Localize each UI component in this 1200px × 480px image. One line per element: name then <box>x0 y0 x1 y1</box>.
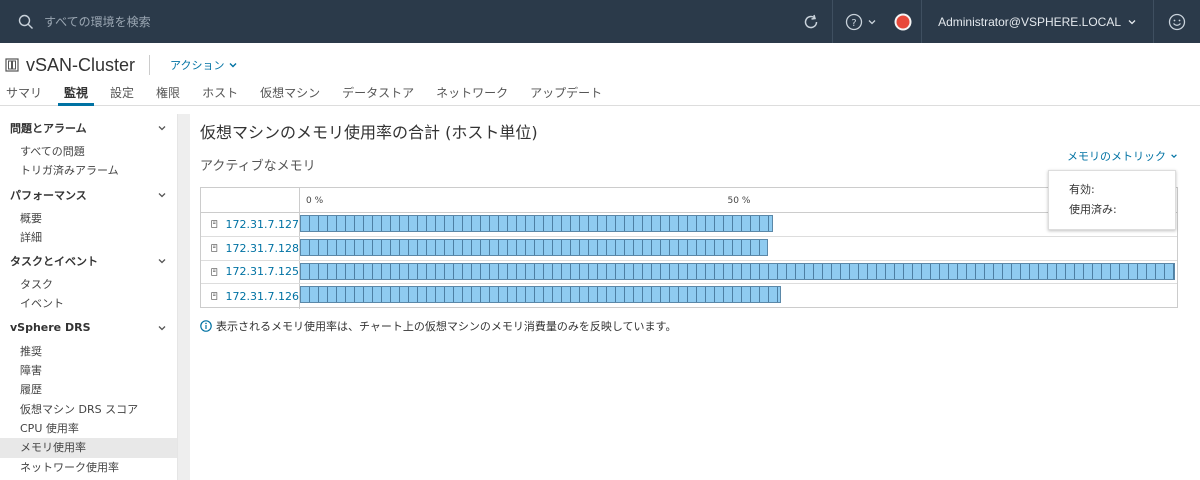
host-label: 172.31.7.125 <box>225 265 299 279</box>
search-input[interactable] <box>44 14 444 29</box>
top-header-bar: ? Administrator@VSPHERE.LOCAL <box>0 0 1200 43</box>
memory-bar[interactable] <box>300 215 773 232</box>
memory-utilization-chart: 0 % 50 % 172.31.7.127 172.31.7.128 172.31.… <box>200 187 1178 309</box>
metric-popover: 有効: 使用済み: <box>1048 170 1176 230</box>
sidebar-section-drs[interactable]: vSphere DRS <box>0 314 177 342</box>
record-icon <box>894 13 912 30</box>
page-title: vSAN-Cluster <box>26 54 136 75</box>
sidebar-section-label: パフォーマンス <box>10 188 87 202</box>
host-icon <box>211 220 218 229</box>
monitor-sidebar: 問題とアラーム すべての問題 トリガ済みアラーム パフォーマンス 概要 詳細 タ… <box>0 114 178 480</box>
sidebar-item-recommendations[interactable]: 推奨 <box>0 342 177 361</box>
content-title: 仮想マシンのメモリ使用率の合計 (ホスト単位) <box>200 123 538 142</box>
object-header: vSAN-Cluster アクション <box>0 52 238 78</box>
tab-datastores[interactable]: データストア <box>336 84 420 106</box>
sidebar-item-tasks[interactable]: タスク <box>0 275 177 294</box>
memory-bar[interactable] <box>300 262 1175 280</box>
tab-permissions[interactable]: 権限 <box>150 84 186 106</box>
help-icon: ? <box>845 13 863 30</box>
info-note: 表示されるメモリ使用率は、チャート上の仮想マシンのメモリ消費量のみを反映していま… <box>200 318 676 334</box>
popover-active-label: 有効: <box>1069 183 1095 196</box>
host-label: 172.31.7.126 <box>225 289 299 303</box>
chart-row: 172.31.7.125 <box>201 261 1177 285</box>
tab-vms[interactable]: 仮想マシン <box>254 84 326 106</box>
svg-text:?: ? <box>851 18 856 29</box>
sidebar-item-memory-utilization[interactable]: メモリ使用率 <box>0 438 177 458</box>
sidebar-item-all-issues[interactable]: すべての問題 <box>0 142 177 161</box>
user-name: Administrator@VSPHERE.LOCAL <box>938 14 1121 29</box>
chevron-down-icon <box>158 192 166 198</box>
tab-hosts[interactable]: ホスト <box>196 84 244 106</box>
chevron-down-icon <box>158 126 166 131</box>
tab-configure[interactable]: 設定 <box>104 84 140 106</box>
refresh-button[interactable] <box>790 0 832 43</box>
metric-label: メモリのメトリック <box>1067 150 1166 163</box>
sidebar-section-issues[interactable]: 問題とアラーム <box>0 114 177 142</box>
actions-menu[interactable]: アクション <box>170 57 238 73</box>
sidebar-item-vm-drs-score[interactable]: 仮想マシン DRS スコア <box>0 400 177 419</box>
host-link[interactable]: 172.31.7.128 <box>201 242 299 255</box>
chevron-down-icon <box>158 259 166 264</box>
host-link[interactable]: 172.31.7.127 <box>201 218 299 231</box>
info-icon <box>200 320 212 332</box>
user-menu[interactable]: Administrator@VSPHERE.LOCAL <box>922 15 1153 29</box>
chart-axis-header: 0 % 50 % <box>201 188 1177 309</box>
chevron-down-icon <box>1128 19 1136 24</box>
content-subtitle: アクティブなメモリ <box>200 159 316 174</box>
chart-row: 172.31.7.127 <box>201 213 1177 237</box>
main-content: 仮想マシンのメモリ使用率の合計 (ホスト単位) アクティブなメモリ メモリのメト… <box>200 114 1190 333</box>
sidebar-item-history[interactable]: 履歴 <box>0 380 177 399</box>
cluster-icon <box>5 58 19 72</box>
host-link[interactable]: 172.31.7.126 <box>201 290 299 303</box>
smiley-icon <box>1168 13 1186 30</box>
info-note-text: 表示されるメモリ使用率は、チャート上の仮想マシンのメモリ消費量のみを反映していま… <box>216 320 677 333</box>
sidebar-item-events[interactable]: イベント <box>0 294 177 313</box>
chevron-down-icon <box>868 19 876 24</box>
sidebar-item-faults[interactable]: 障害 <box>0 361 177 380</box>
sidebar-section-tasks-events[interactable]: タスクとイベント <box>0 247 177 275</box>
tab-updates[interactable]: アップデート <box>524 84 608 106</box>
sidebar-scrollbar[interactable] <box>178 114 190 480</box>
sidebar-item-cpu-utilization[interactable]: CPU 使用率 <box>0 419 177 438</box>
host-icon <box>211 244 218 252</box>
host-label: 172.31.7.128 <box>225 241 299 255</box>
search-icon <box>18 14 33 29</box>
sidebar-section-label: vSphere DRS <box>10 321 91 335</box>
tick-label-50: 50 % <box>727 196 751 206</box>
memory-metric-dropdown[interactable]: メモリのメトリック <box>1067 148 1178 164</box>
help-button[interactable]: ? <box>833 0 889 43</box>
sidebar-section-label: タスクとイベント <box>10 255 98 269</box>
host-label: 172.31.7.127 <box>225 217 299 231</box>
memory-bar[interactable] <box>300 286 782 304</box>
sidebar-section-performance[interactable]: パフォーマンス <box>0 181 177 209</box>
sidebar-item-network-utilization[interactable]: ネットワーク使用率 <box>0 458 177 477</box>
sidebar-item-triggered-alarms[interactable]: トリガ済みアラーム <box>0 161 177 180</box>
sidebar-item-overview[interactable]: 概要 <box>0 209 177 228</box>
actions-label: アクション <box>170 59 225 72</box>
host-link[interactable]: 172.31.7.125 <box>201 265 299 278</box>
memory-bar[interactable] <box>300 238 769 256</box>
chart-row: 172.31.7.126 <box>201 284 1177 308</box>
feedback-button[interactable] <box>1154 0 1200 43</box>
host-icon <box>211 268 218 276</box>
tab-bar: サマリ 監視 設定 権限 ホスト 仮想マシン データストア ネットワーク アップ… <box>0 84 1200 106</box>
sidebar-item-advanced[interactable]: 詳細 <box>0 228 177 247</box>
popover-consumed-label: 使用済み: <box>1069 203 1117 216</box>
tab-monitor[interactable]: 監視 <box>58 84 95 106</box>
chart-row: 172.31.7.128 <box>201 237 1177 261</box>
tick-label-0: 0 % <box>306 196 324 206</box>
tab-summary[interactable]: サマリ <box>0 84 48 106</box>
global-search[interactable] <box>18 14 778 30</box>
refresh-icon <box>804 14 818 28</box>
chevron-down-icon <box>1171 154 1177 159</box>
tab-networks[interactable]: ネットワーク <box>430 84 514 106</box>
chevron-down-icon <box>158 325 166 331</box>
host-icon <box>211 292 218 300</box>
record-status-button[interactable] <box>889 0 921 43</box>
sidebar-section-label: 問題とアラーム <box>10 122 87 135</box>
chevron-down-icon <box>229 63 237 68</box>
